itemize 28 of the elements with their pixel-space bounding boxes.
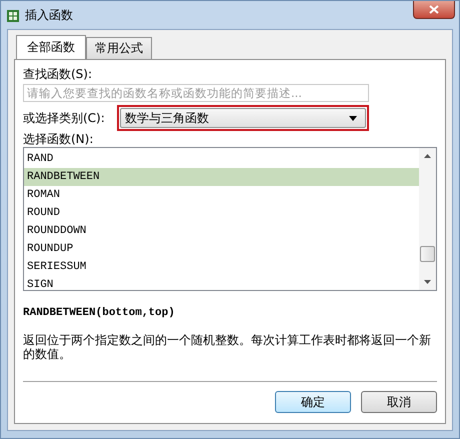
dialog-button[interactable]: 取消 [361, 391, 437, 413]
close-icon [429, 5, 439, 14]
function-item[interactable]: ROUNDDOWN [24, 222, 419, 240]
function-item[interactable]: ROUND [24, 204, 419, 222]
scroll-thumb[interactable] [420, 246, 435, 262]
search-label: 查找函数(S): [23, 66, 94, 82]
function-list-label: 选择函数(N): [23, 131, 94, 147]
dialog-button[interactable]: 确定 [275, 391, 351, 413]
tab[interactable]: 常用公式 [86, 37, 152, 59]
category-dropdown[interactable]: 数学与三角函数 [120, 108, 366, 128]
tab[interactable]: 全部函数 [16, 35, 86, 59]
function-item[interactable]: SERIESSUM [24, 258, 419, 276]
caret-icon [348, 116, 357, 120]
category-label: 或选择类别(C): [23, 110, 105, 126]
function-item[interactable]: ROUNDUP [24, 240, 419, 258]
window-title: 插入函数 [25, 7, 73, 24]
function-description: 返回位于两个指定数之间的一个随机整数。每次计算工作表时都将返回一个新的数值。 [23, 333, 432, 361]
function-signature: RANDBETWEEN(bottom,top) [23, 307, 176, 319]
function-item[interactable]: SIGN [24, 276, 419, 294]
function-item[interactable]: RAND [24, 150, 419, 168]
scroll-up-icon[interactable] [424, 154, 431, 158]
spreadsheet-icon [7, 10, 19, 22]
scroll-down-icon[interactable] [424, 280, 431, 284]
close-button[interactable] [413, 1, 455, 19]
function-item[interactable]: RANDBETWEEN [24, 168, 419, 186]
function-item[interactable]: ROMAN [24, 186, 419, 204]
search-field[interactable]: 请输入您要查找的函数名称或函数功能的简要描述... [23, 84, 369, 102]
scrollbar[interactable] [419, 148, 436, 290]
